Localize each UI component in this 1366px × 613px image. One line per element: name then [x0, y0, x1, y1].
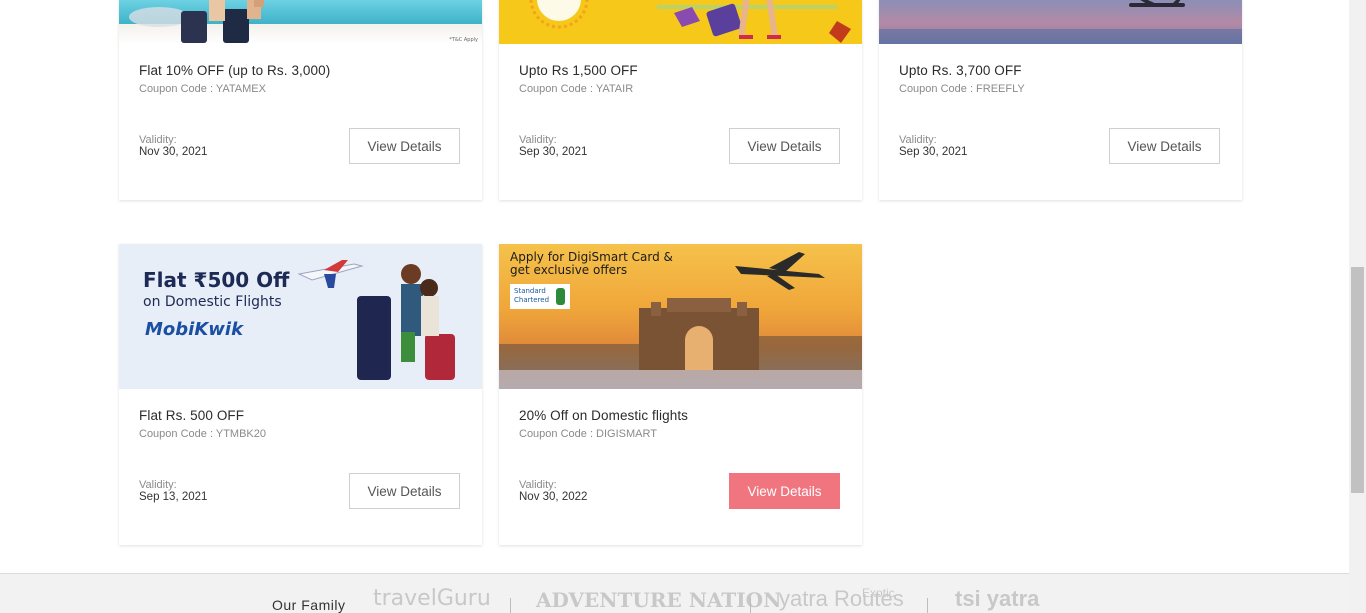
coupon-code: Coupon Code : YATAMEX	[139, 83, 266, 95]
offer-card-body: 20% Off on Domestic flights Coupon Code …	[499, 389, 862, 545]
offer-card: Upto Rs. 3,700 OFF Coupon Code : FREEFLY…	[879, 0, 1242, 200]
terms-note: *T&C Apply	[449, 37, 478, 43]
offer-card: *T&C Apply Flat 10% OFF (up to Rs. 3,000…	[119, 0, 482, 200]
offer-card-body: Upto Rs. 3,700 OFF Coupon Code : FREEFLY…	[879, 44, 1242, 200]
airplane-icon	[879, 0, 1242, 44]
airplane-icon	[499, 252, 862, 389]
offer-card-body: Flat 10% OFF (up to Rs. 3,000) Coupon Co…	[119, 44, 482, 200]
coupon-code: Coupon Code : YTMBK20	[139, 428, 266, 440]
coupon-code: Coupon Code : YATAIR	[519, 83, 634, 95]
validity-date: Nov 30, 2021	[139, 146, 208, 158]
airplane-icon	[297, 260, 455, 380]
validity-date: Sep 30, 2021	[899, 146, 968, 158]
offer-title: Flat 10% OFF (up to Rs. 3,000)	[139, 63, 331, 78]
validity-label: Validity:	[519, 134, 557, 146]
offer-card: Flat ₹500 Off on Domestic Flights MobiKw…	[119, 244, 482, 545]
offer-card-body: Flat Rs. 500 OFF Coupon Code : YTMBK20 V…	[119, 389, 482, 545]
footer-divider	[750, 598, 751, 613]
offer-banner-mobikwik: Flat ₹500 Off on Domestic Flights MobiKw…	[119, 244, 482, 389]
validity-date: Sep 30, 2021	[519, 146, 588, 158]
adventure-nation-logo[interactable]: ADVENTURE NATION	[536, 588, 781, 612]
offer-banner-digismart: Apply for DigiSmart Card & get exclusive…	[499, 244, 862, 389]
offer-title: 20% Off on Domestic flights	[519, 408, 689, 423]
offer-banner-festive	[499, 0, 862, 44]
validity-date: Nov 30, 2022	[519, 491, 588, 503]
travelguru-logo[interactable]: travelGuru	[373, 586, 491, 611]
validity-label: Validity:	[139, 479, 177, 491]
validity-label: Validity:	[519, 479, 557, 491]
luggage-icon	[529, 0, 851, 43]
view-details-button[interactable]: View Details	[349, 128, 460, 164]
view-details-button[interactable]: View Details	[349, 473, 460, 509]
validity-date: Sep 13, 2021	[139, 491, 208, 503]
footer-title: Our Family	[272, 597, 346, 613]
offers-page: *T&C Apply Flat 10% OFF (up to Rs. 3,000…	[0, 0, 1366, 613]
view-details-button[interactable]: View Details	[1109, 128, 1220, 164]
offer-title: Upto Rs. 3,700 OFF	[899, 63, 1022, 78]
offer-title: Upto Rs 1,500 OFF	[519, 63, 638, 78]
footer-divider	[510, 598, 511, 613]
validity-label: Validity:	[899, 134, 937, 146]
view-details-button[interactable]: View Details	[729, 128, 840, 164]
coupon-code: Coupon Code : FREEFLY	[899, 83, 1025, 95]
view-details-button[interactable]: View Details	[729, 473, 840, 509]
tsi-yatra-logo[interactable]: tsi yatra	[955, 586, 1039, 612]
coupon-code: Coupon Code : DIGISMART	[519, 428, 657, 440]
luggage-icon	[129, 0, 264, 43]
our-family-footer: Our Family travelGuru ADVENTURE NATION y…	[0, 573, 1366, 613]
offer-card: Apply for DigiSmart Card & get exclusive…	[499, 244, 862, 545]
footer-divider	[927, 598, 928, 613]
offer-card-body: Upto Rs 1,500 OFF Coupon Code : YATAIR V…	[499, 44, 862, 200]
yatra-exotic-label: Exotic	[862, 586, 895, 600]
validity-label: Validity:	[139, 134, 177, 146]
offer-banner-sky	[879, 0, 1242, 44]
page-scrollbar-thumb[interactable]	[1351, 267, 1364, 493]
offer-banner-beach: *T&C Apply	[119, 0, 482, 44]
offer-title: Flat Rs. 500 OFF	[139, 408, 245, 423]
offer-card: Upto Rs 1,500 OFF Coupon Code : YATAIR V…	[499, 0, 862, 200]
